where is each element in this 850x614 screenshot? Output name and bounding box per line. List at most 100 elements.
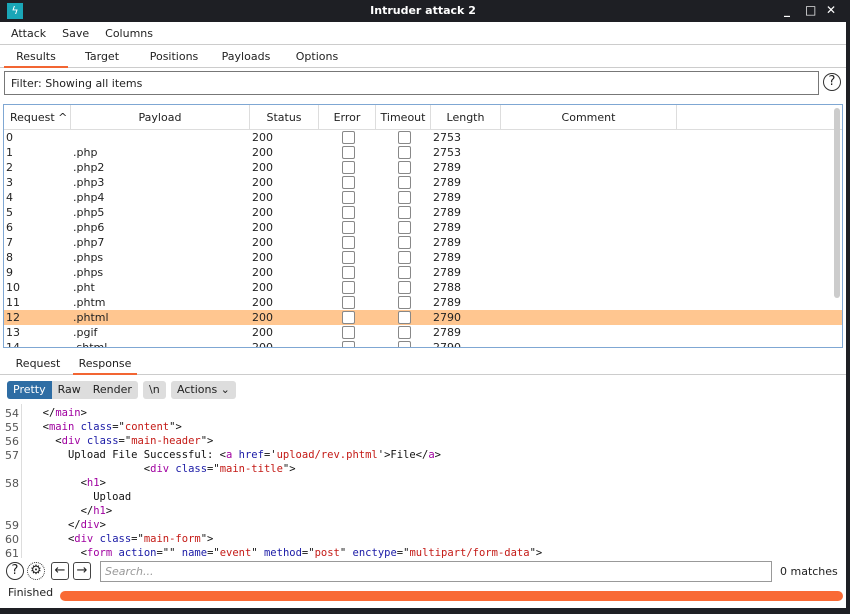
help-icon[interactable]: ? — [6, 562, 24, 580]
minimize-icon[interactable]: _ — [784, 3, 790, 17]
tab-target[interactable]: Target — [68, 45, 136, 67]
settings-gear-icon[interactable]: ⚙ — [27, 562, 45, 580]
actions-button[interactable]: Actions ⌄ — [171, 381, 236, 399]
timeout-checkbox[interactable] — [398, 295, 411, 309]
table-row[interactable]: 11 .phtm 200 2789 — [4, 295, 842, 310]
col-payload[interactable]: Payload — [71, 105, 250, 129]
error-checkbox[interactable] — [342, 295, 355, 309]
cell-comment — [501, 175, 677, 190]
code-token: "> — [169, 421, 182, 433]
code-token: > — [434, 449, 441, 461]
timeout-checkbox[interactable] — [398, 280, 411, 294]
render-button[interactable]: Render — [87, 381, 138, 399]
cell-error — [319, 325, 376, 340]
code-token: =" — [396, 547, 410, 559]
code-token: div — [61, 435, 81, 447]
error-checkbox[interactable] — [342, 325, 355, 339]
table-row[interactable]: 1 .php 200 2753 — [4, 145, 842, 160]
cell-comment — [501, 190, 677, 205]
code-token: h1 — [93, 505, 106, 517]
cell-comment — [501, 295, 677, 310]
search-input[interactable]: Search... — [100, 561, 772, 582]
cell-payload: .pgif — [73, 326, 98, 339]
timeout-checkbox[interactable] — [398, 190, 411, 204]
table-row[interactable]: 13 .pgif 200 2789 — [4, 325, 842, 340]
tab-positions[interactable]: Positions — [136, 45, 212, 67]
cell-error — [319, 280, 376, 295]
table-row[interactable]: 4 .php4 200 2789 — [4, 190, 842, 205]
tab-options[interactable]: Options — [280, 45, 354, 67]
cell-length: 2789 — [433, 176, 461, 189]
timeout-checkbox[interactable] — [398, 310, 411, 324]
error-checkbox[interactable] — [342, 145, 355, 159]
table-scrollbar[interactable] — [834, 108, 840, 298]
error-checkbox[interactable] — [342, 205, 355, 219]
tab-response[interactable]: Response — [73, 352, 137, 375]
col-status[interactable]: Status — [250, 105, 319, 129]
previous-arrow-icon[interactable]: ← — [51, 562, 69, 580]
error-checkbox[interactable] — [342, 265, 355, 279]
timeout-checkbox[interactable] — [398, 340, 411, 347]
code-token: =" — [301, 547, 315, 559]
code-token: ="" — [156, 547, 182, 559]
table-row[interactable]: 0 200 2753 — [4, 130, 842, 145]
col-error[interactable]: Error — [319, 105, 376, 129]
cell-request: 6 — [6, 221, 13, 234]
table-row[interactable]: 6 .php6 200 2789 — [4, 220, 842, 235]
table-row[interactable]: 3 .php3 200 2789 — [4, 175, 842, 190]
pretty-button[interactable]: Pretty — [7, 381, 52, 399]
cell-timeout — [376, 325, 431, 340]
table-row[interactable]: 10 .pht 200 2788 — [4, 280, 842, 295]
table-row[interactable]: 7 .php7 200 2789 — [4, 235, 842, 250]
table-row[interactable]: 8 .phps 200 2789 — [4, 250, 842, 265]
table-row[interactable]: 9 .phps 200 2789 — [4, 265, 842, 280]
maximize-icon[interactable]: □ — [805, 3, 816, 17]
timeout-checkbox[interactable] — [398, 265, 411, 279]
error-checkbox[interactable] — [342, 220, 355, 234]
cell-timeout — [376, 160, 431, 175]
code-token: "> — [200, 435, 214, 447]
error-checkbox[interactable] — [342, 175, 355, 189]
tab-payloads[interactable]: Payloads — [212, 45, 280, 67]
help-icon[interactable]: ? — [823, 73, 841, 91]
timeout-checkbox[interactable] — [398, 235, 411, 249]
timeout-checkbox[interactable] — [398, 220, 411, 234]
tab-request[interactable]: Request — [3, 352, 73, 374]
tab-results[interactable]: Results — [4, 45, 68, 68]
table-row[interactable]: 14 .shtml 200 2790 — [4, 340, 842, 347]
col-comment[interactable]: Comment — [501, 105, 677, 129]
table-row[interactable]: 12 .phtml 200 2790 — [4, 310, 842, 325]
error-checkbox[interactable] — [342, 190, 355, 204]
table-row[interactable]: 5 .php5 200 2789 — [4, 205, 842, 220]
error-checkbox[interactable] — [342, 250, 355, 264]
col-timeout[interactable]: Timeout — [376, 105, 431, 129]
col-request[interactable]: Request ^ — [4, 105, 71, 129]
filter-bar[interactable]: Filter: Showing all items — [4, 71, 819, 95]
close-icon[interactable]: ✕ — [826, 3, 836, 17]
error-checkbox[interactable] — [342, 340, 355, 347]
menu-attack[interactable]: Attack — [11, 27, 46, 40]
raw-button[interactable]: Raw — [52, 381, 87, 399]
col-length[interactable]: Length — [431, 105, 501, 129]
response-editor[interactable]: 54 </main> 55 <main class="content"> 56 <d… — [0, 404, 846, 560]
next-arrow-icon[interactable]: → — [73, 562, 91, 580]
menu-save[interactable]: Save — [62, 27, 89, 40]
code-token: "> — [282, 463, 296, 475]
timeout-checkbox[interactable] — [398, 175, 411, 189]
timeout-checkbox[interactable] — [398, 250, 411, 264]
table-row[interactable]: 2 .php2 200 2789 — [4, 160, 842, 175]
error-checkbox[interactable] — [342, 280, 355, 294]
error-checkbox[interactable] — [342, 160, 355, 174]
timeout-checkbox[interactable] — [398, 160, 411, 174]
error-checkbox[interactable] — [342, 310, 355, 324]
results-table: Request ^ Payload Status Error Timeout L… — [3, 104, 843, 348]
newline-button[interactable]: \n — [143, 381, 166, 399]
menu-columns[interactable]: Columns — [105, 27, 153, 40]
error-checkbox[interactable] — [342, 130, 355, 144]
timeout-checkbox[interactable] — [398, 205, 411, 219]
cell-comment — [501, 220, 677, 235]
error-checkbox[interactable] — [342, 235, 355, 249]
timeout-checkbox[interactable] — [398, 325, 411, 339]
timeout-checkbox[interactable] — [398, 145, 411, 159]
timeout-checkbox[interactable] — [398, 130, 411, 144]
